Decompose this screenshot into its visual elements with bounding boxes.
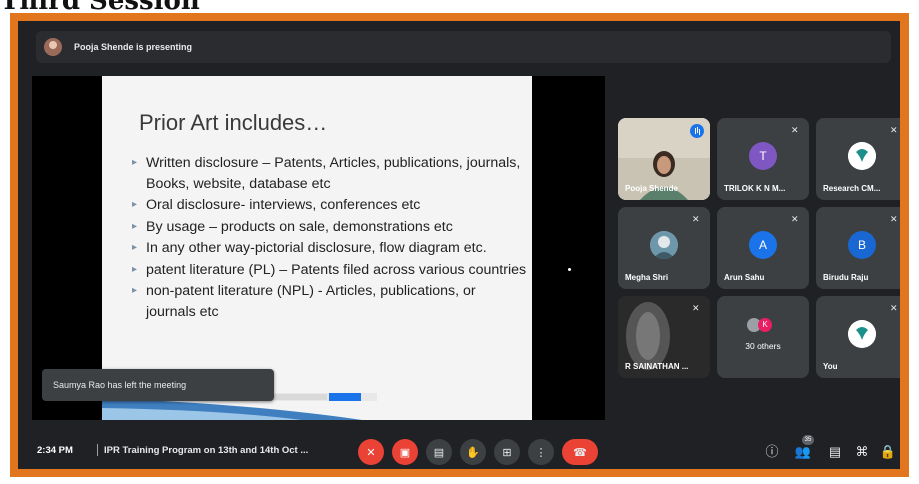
camera-toggle-button[interactable]: ▣	[392, 439, 418, 465]
slide-bullet: non-patent literature (NPL) - Articles, …	[132, 281, 527, 322]
info-icon: ⓘ	[765, 444, 779, 459]
others-tile[interactable]: K 30 others	[717, 296, 809, 378]
avatar: A	[749, 231, 777, 259]
raise-hand-icon: ✋	[466, 446, 480, 459]
embedded-search-bar	[259, 393, 377, 401]
present-button[interactable]: ⊞	[494, 439, 520, 465]
info-button[interactable]: ⓘ	[763, 443, 781, 461]
participant-name: R SAINATHAN ...	[625, 362, 689, 371]
raise-hand-button[interactable]: ✋	[460, 439, 486, 465]
avatar	[848, 320, 876, 348]
people-count-badge: 35	[802, 435, 814, 445]
left-meeting-toast: Saumya Rao has left the meeting	[42, 369, 274, 401]
end-call-button[interactable]: ☎	[562, 439, 598, 465]
slide-bullet: Oral disclosure- interviews, conferences…	[132, 195, 527, 216]
participant-name: Research CM...	[823, 184, 881, 193]
slide-bullet: By usage – products on sale, demonstrati…	[132, 217, 527, 238]
pointer-dot	[568, 268, 571, 271]
participant-tile[interactable]: ✕ Megha Shri	[618, 207, 710, 289]
others-count: 30 others	[745, 341, 781, 351]
participant-tile[interactable]: ✕ A Arun Sahu	[717, 207, 809, 289]
host-controls-button[interactable]: 🔒	[879, 443, 897, 461]
captions-icon: ▤	[433, 446, 445, 459]
participant-tile[interactable]: ✕ R SAINATHAN ...	[618, 296, 710, 378]
present-icon: ⊞	[502, 446, 512, 459]
more-options-button[interactable]: ⋮	[528, 439, 554, 465]
slide-bullet: In any other way-pictorial disclosure, f…	[132, 238, 527, 259]
participant-name: TRILOK K N M...	[724, 184, 786, 193]
participant-tile[interactable]: ✕ T TRILOK K N M...	[717, 118, 809, 200]
avatar	[848, 142, 876, 170]
chat-button[interactable]: ▤	[826, 443, 844, 461]
avatar: K	[758, 318, 772, 332]
screenshot-frame: Pooja Shende is presenting Prior Art inc…	[10, 13, 909, 477]
participant-tile[interactable]: ✕ You	[816, 296, 900, 378]
mic-off-icon: ✕	[692, 214, 700, 224]
mic-off-icon: ✕	[791, 125, 799, 135]
participant-name: Birudu Raju	[823, 273, 869, 282]
meet-window: Pooja Shende is presenting Prior Art inc…	[18, 21, 900, 469]
mic-off-icon: ✕	[890, 214, 898, 224]
avatar: T	[749, 142, 777, 170]
mic-off-icon: ✕	[890, 303, 898, 313]
participant-tile[interactable]: Pooja Shende	[618, 118, 710, 200]
end-call-icon: ☎	[573, 446, 587, 459]
people-icon: 👥	[794, 444, 812, 459]
activities-icon: ⌘	[855, 444, 869, 459]
meeting-title: IPR Training Program on 13th and 14th Oc…	[104, 445, 309, 456]
participant-name: Pooja Shende	[625, 184, 678, 193]
slide-title: Prior Art includes…	[139, 110, 328, 135]
participant-tile[interactable]: ✕ B Birudu Raju	[816, 207, 900, 289]
chat-icon: ▤	[828, 444, 842, 459]
people-button[interactable]: 👥	[794, 443, 812, 461]
presenting-bar: Pooja Shende is presenting	[36, 31, 891, 63]
mic-off-icon: ✕	[692, 303, 700, 313]
slide-bullets: Written disclosure – Patents, Articles, …	[132, 153, 527, 323]
mic-toggle-button[interactable]: ✕	[358, 439, 384, 465]
divider	[97, 444, 98, 456]
mic-off-icon: ✕	[366, 446, 376, 459]
speaking-icon	[690, 124, 704, 138]
captions-button[interactable]: ▤	[426, 439, 452, 465]
meeting-time: 2:34 PM	[37, 445, 73, 456]
more-options-icon: ⋮	[535, 446, 547, 459]
avatar: B	[848, 231, 876, 259]
mic-off-icon: ✕	[890, 125, 898, 135]
slide-bullet: Written disclosure – Patents, Articles, …	[132, 153, 527, 194]
participant-tile[interactable]: ✕ Research CM...	[816, 118, 900, 200]
participant-name: You	[823, 362, 838, 371]
presenting-text: Pooja Shende is presenting	[74, 42, 193, 52]
host-controls-icon: 🔒	[879, 444, 897, 459]
activities-button[interactable]: ⌘	[853, 443, 871, 461]
avatar	[650, 231, 678, 259]
bottom-bar: 2:34 PM IPR Training Program on 13th and…	[18, 431, 900, 469]
mic-off-icon: ✕	[791, 214, 799, 224]
participant-name: Arun Sahu	[724, 273, 765, 282]
slide-bullet: patent literature (PL) – Patents filed a…	[132, 260, 527, 281]
camera-off-icon: ▣	[399, 446, 411, 459]
presenter-avatar	[44, 38, 62, 56]
participant-name: Megha Shri	[625, 273, 669, 282]
